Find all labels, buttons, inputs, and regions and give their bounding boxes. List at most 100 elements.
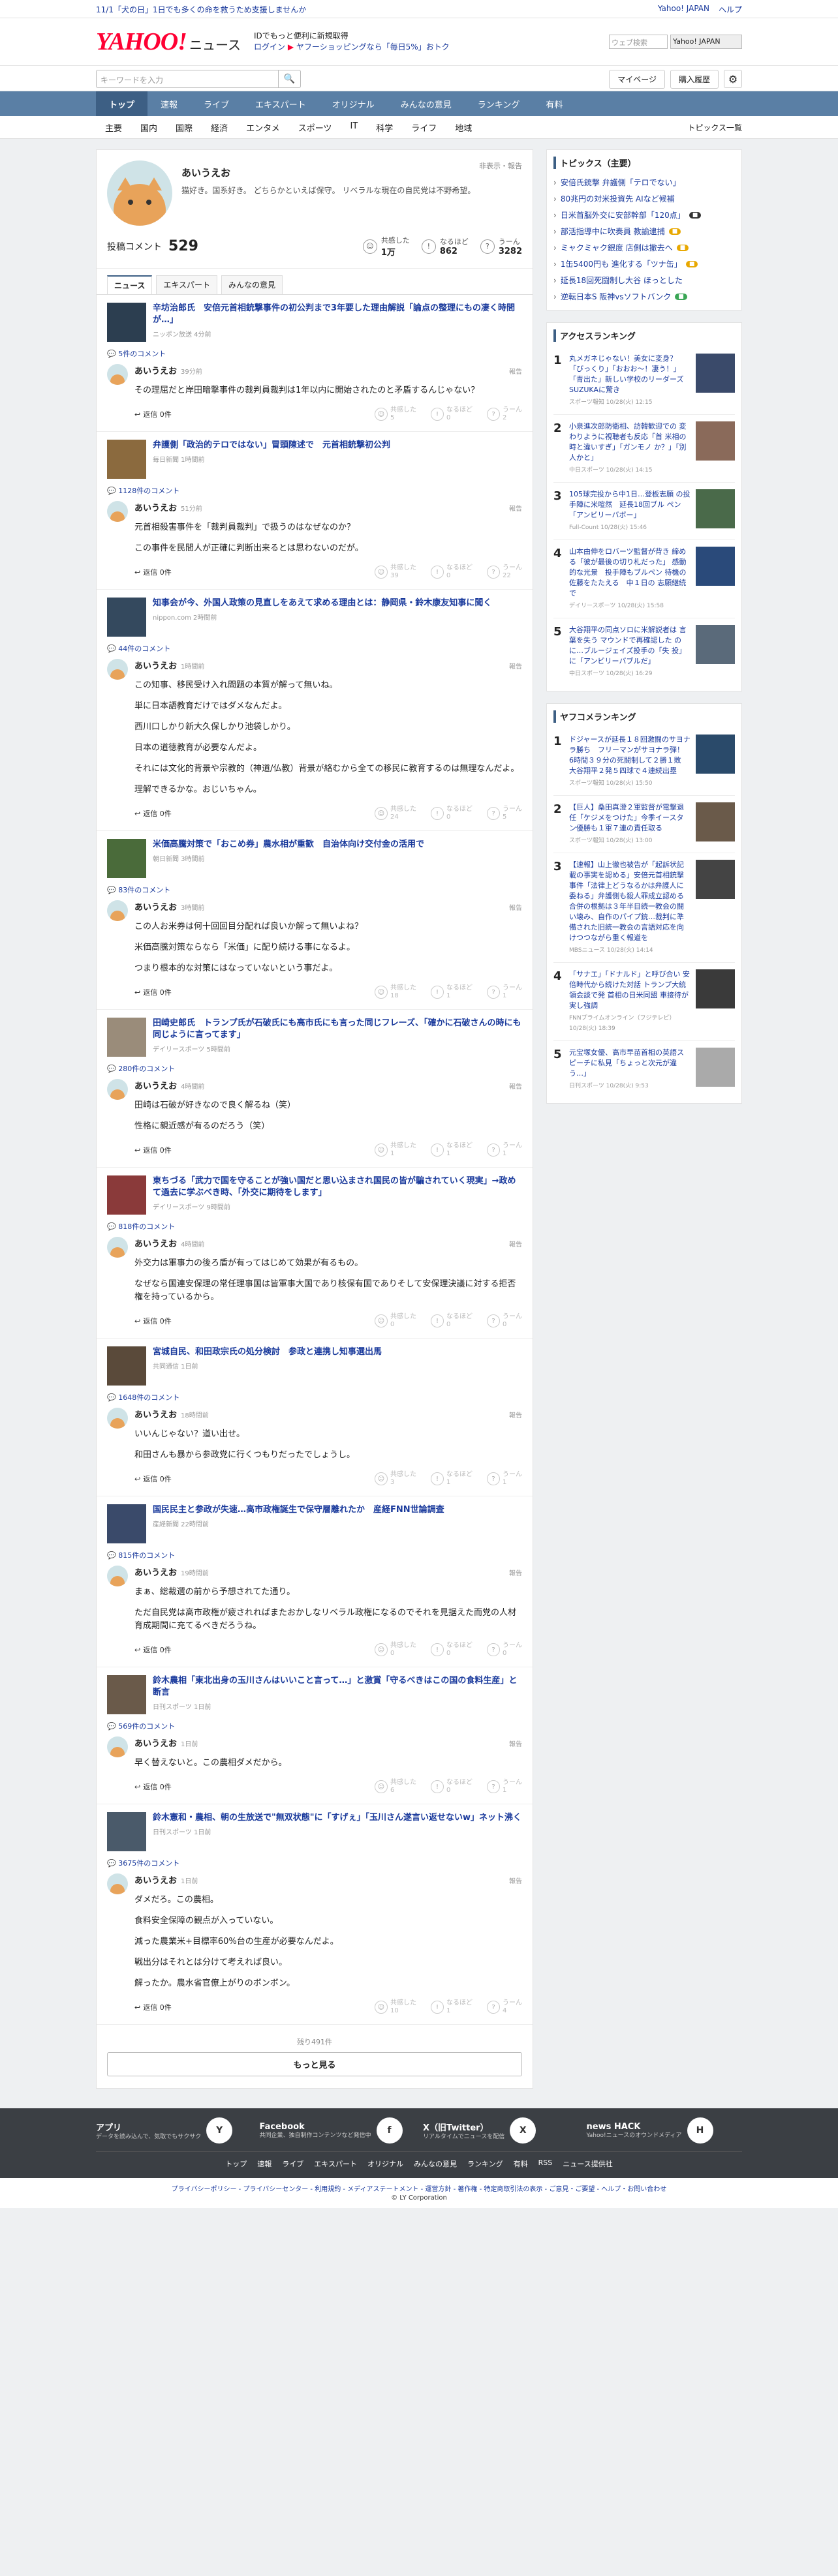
reaction-agree[interactable]: ! なるほど 0 [431,1779,473,1795]
yahoo-japan-link[interactable]: Yahoo! JAPAN [658,4,709,15]
settings-button[interactable]: ⚙ [724,70,742,88]
comment-count-link[interactable]: 💬 569件のコメント [107,1721,522,1731]
comment-count-link[interactable]: 💬 1648件のコメント [107,1392,522,1402]
footer-facebook[interactable]: Facebook 共同企業、独自制作コンテンツなど発信中 f [260,2117,416,2144]
reaction-hmm[interactable]: ? うーん 0 [487,1313,522,1329]
reaction-hmm[interactable]: ? うーん 2 [487,406,522,422]
article-title[interactable]: 辛坊治郎氏 安倍元首相銃撃事件の初公判まで3年要した理由解説「論点の整理にもの凄… [153,303,522,326]
ranking-item[interactable]: 5 元宝塚女優、高市早苗首相の英語スピーチに私見「ちょっと次元が違う…」 日刊スポー… [553,1040,735,1098]
cat-science[interactable]: 科学 [367,121,402,134]
topic-item[interactable]: 延長18回死闘制し大谷 ほっとした [553,272,735,288]
nav-top[interactable]: トップ [96,91,148,116]
footer-link[interactable]: エキスパート [314,2159,357,2169]
ranking-item[interactable]: 2 【巨人】桑田真澄２軍監督が電撃退任「ケジメをつけた」今季イースタン優勝も１軍７… [553,795,735,853]
tab-news[interactable]: ニュース [107,275,153,294]
commenter-avatar[interactable] [107,1736,128,1757]
reply-button[interactable]: ↩ 返信 0件 [134,1316,172,1326]
footer-link[interactable]: 速報 [257,2159,272,2169]
ranking-item[interactable]: 3 105球完投から中1日…登板志願 の投手陣に米喧然 延長18回ブル ペン「アン… [553,482,735,539]
comment-count-link[interactable]: 💬 280件のコメント [107,1063,522,1074]
topic-item[interactable]: 日米首脳外交に安部幹部「120点」 ■ [553,207,735,223]
footer-link[interactable]: ニュース提供社 [563,2159,612,2169]
profile-report-link[interactable]: 非表示・報告 [479,160,522,179]
cat-world[interactable]: 国際 [166,121,202,134]
ranking-item[interactable]: 3 【速報】山上徹也被告が「起訴状記載の事実を認める」安倍元首相銃撃事件「法律上ど… [553,853,735,962]
ranking-item[interactable]: 1 丸メガネじゃない！美女に変身？「びっくり」「おおお～！凄う！」「青出た」新しい… [553,347,735,414]
commenter-name[interactable]: あいうえお [134,1736,177,1749]
cat-main[interactable]: 主要 [96,121,131,134]
reply-button[interactable]: ↩ 返信 0件 [134,567,172,577]
nav-paid[interactable]: 有料 [533,91,576,116]
reaction-agree[interactable]: ! なるほど 0 [431,806,473,821]
cat-it[interactable]: IT [341,121,367,134]
report-link[interactable]: 報告 [509,1081,522,1091]
reaction-empathy[interactable]: ☺ 共感した 1 [375,1142,416,1158]
reaction-hmm[interactable]: ? うーん 22 [487,564,522,580]
article-title[interactable]: 宮城自民、和田政宗氏の処分検討 参政と連携し知事選出馬 [153,1346,382,1358]
reaction-hmm[interactable]: ? うーん 5 [487,806,522,821]
ranking-item[interactable]: 1 ドジャースが延長１８回激闘のサヨナラ勝ち フリーマンがサヨナラ弾！ 6時間３９… [553,728,735,795]
reaction-empathy[interactable]: ☺ 共感した 5 [375,406,416,422]
article-link[interactable]: 弁護側「政治的テロではない」冒頭陳述で 元首相銃撃初公判 毎日新聞 1時間前 [107,440,522,479]
shopping-promo-link[interactable]: ヤフーショッピングなら「毎日5%」おトク [296,42,450,52]
commenter-avatar[interactable] [107,1566,128,1586]
footer-link[interactable]: みんなの意見 [414,2159,457,2169]
article-title[interactable]: 東ちづる「武力で国を守ることが強い国だと思い込まされ国民の皆が騙されていく現実」… [153,1175,522,1199]
article-title[interactable]: 国民民主と参政が失速…高市政権誕生で保守層離れたか 産経FNN世論調査 [153,1504,444,1516]
topic-item[interactable]: 1缶5400円も 進化する「ツナ缶」■ [553,256,735,272]
comment-count-link[interactable]: 💬 83件のコメント [107,885,522,895]
topic-item[interactable]: ミャクミャク銀度 店側は撤去へ■ [553,239,735,256]
comment-count-link[interactable]: 💬 818件のコメント [107,1221,522,1232]
reaction-empathy[interactable]: ☺ 共感した 10 [375,1999,416,2015]
article-link[interactable]: 国民民主と参政が失速…高市政権誕生で保守層離れたか 産経FNN世論調査 産経新聞 … [107,1504,522,1543]
reply-button[interactable]: ↩ 返信 0件 [134,1145,172,1155]
reaction-hmm[interactable]: ? うーん 4 [487,1999,522,2015]
article-link[interactable]: 米価高騰対策で「おこめ券」農水相が重歓 自治体向け交付金の活用で 朝日新聞 3時間… [107,839,522,878]
reply-button[interactable]: ↩ 返信 0件 [134,808,172,819]
nav-opinion[interactable]: みんなの意見 [388,91,465,116]
commenter-name[interactable]: あいうえお [134,1566,177,1578]
news-search-input[interactable]: キーワードを入力 [96,70,279,88]
reply-button[interactable]: ↩ 返信 0件 [134,409,172,419]
reaction-empathy[interactable]: ☺ 共感した 6 [375,1779,416,1795]
topic-item[interactable]: 80兆円の対米投資先 AIなど候補 [553,190,735,207]
cat-life[interactable]: ライフ [402,121,446,134]
report-link[interactable]: 報告 [509,1239,522,1249]
commenter-avatar[interactable] [107,900,128,921]
report-link[interactable]: 報告 [509,1875,522,1885]
comment-count-link[interactable]: 💬 3675件のコメント [107,1858,522,1868]
reaction-empathy[interactable]: ☺ 共感した 0 [375,1313,416,1329]
reaction-agree[interactable]: ! なるほど 1 [431,1471,473,1487]
history-button[interactable]: 購入履歴 [670,69,719,89]
commenter-avatar[interactable] [107,1079,128,1100]
nav-expert[interactable]: エキスパート [242,91,319,116]
footer-link[interactable]: RSS [538,2159,553,2169]
login-link[interactable]: ログイン [254,42,285,52]
web-search-input[interactable]: ウェブ検索 [609,35,668,49]
reaction-agree[interactable]: ! なるほど 0 [431,1642,473,1658]
tab-opinion[interactable]: みんなの意見 [221,275,283,294]
comment-count-link[interactable]: 💬 815件のコメント [107,1550,522,1560]
search-button[interactable]: 🔍 [279,70,301,88]
help-link[interactable]: ヘルプ [719,4,742,15]
ranking-item[interactable]: 2 小泉進次郎防衛相、訪韓歓迎での 変わりように視聴者も反応「首 米相の時と違いす… [553,414,735,482]
report-link[interactable]: 報告 [509,503,522,513]
topic-item[interactable]: 逆転日本S 阪神vsソフトバンク■ [553,288,735,305]
commenter-avatar[interactable] [107,1408,128,1429]
footer-app[interactable]: アプリ データを読み込んで、気取でもサクサク Y [96,2117,252,2144]
reaction-empathy[interactable]: ☺ 共感した 18 [375,984,416,1000]
nav-breaking[interactable]: 速報 [147,91,191,116]
footer-link[interactable]: トップ [225,2159,247,2169]
nav-original[interactable]: オリジナル [319,91,388,116]
commenter-avatar[interactable] [107,364,128,385]
commenter-name[interactable]: あいうえお [134,659,177,671]
reaction-hmm[interactable]: ? うーん 1 [487,984,522,1000]
reaction-hmm[interactable]: ? うーん 1 [487,1471,522,1487]
footer-link[interactable]: オリジナル [367,2159,403,2169]
footer-link[interactable]: ランキング [467,2159,503,2169]
reaction-empathy[interactable]: ☺ 共感した 24 [375,806,416,821]
report-link[interactable]: 報告 [509,902,522,912]
reply-button[interactable]: ↩ 返信 0件 [134,1644,172,1655]
cat-sports[interactable]: スポーツ [289,121,341,134]
cat-entertainment[interactable]: エンタメ [237,121,289,134]
